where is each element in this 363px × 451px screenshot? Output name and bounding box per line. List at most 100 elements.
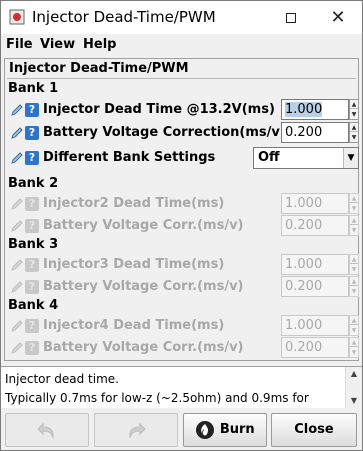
battery-correction-spinner[interactable]: ▲ ▼ bbox=[349, 122, 359, 143]
close-button[interactable]: Close bbox=[271, 413, 357, 447]
injector4-dead-time-spinner: ▲ ▼ bbox=[349, 315, 359, 336]
bank3-battery-label: Battery Voltage Corr.(ms/v) bbox=[43, 279, 244, 294]
spin-up-icon: ▲ bbox=[350, 217, 358, 225]
window-title: Injector Dead-Time/PWM bbox=[32, 8, 216, 26]
spin-up-icon: ▲ bbox=[350, 317, 358, 325]
help-icon[interactable]: ? bbox=[25, 151, 39, 165]
injector3-dead-time-value: 1.000 bbox=[285, 257, 323, 272]
edit-pencil-icon bbox=[11, 281, 23, 293]
spin-up-icon[interactable]: ▲ bbox=[350, 123, 358, 132]
dead-time-input[interactable]: 1.000 bbox=[281, 99, 349, 120]
redo-button[interactable] bbox=[94, 413, 178, 447]
help-icon: ? bbox=[25, 319, 39, 333]
bank-1-title: Bank 1 bbox=[8, 81, 59, 96]
spin-down-icon: ▼ bbox=[351, 266, 357, 273]
spin-down-icon: ▼ bbox=[351, 288, 357, 295]
help-icon: ? bbox=[25, 280, 39, 294]
injector4-dead-time-input: 1.000 bbox=[281, 315, 349, 336]
settings-panel: Injector Dead-Time/PWM Bank 1 ? Injector… bbox=[4, 58, 359, 361]
edit-pencil-icon[interactable] bbox=[10, 126, 24, 140]
help-text-area[interactable]: Injector dead time. Typically 0.7ms for … bbox=[1, 366, 362, 408]
bank2-battery-spinner: ▲ ▼ bbox=[349, 215, 359, 236]
bank4-battery-value: 0.200 bbox=[285, 340, 323, 355]
dead-time-row: ? Injector Dead Time @13.2V(ms) 1.000 ▲ ▼ bbox=[8, 99, 359, 121]
injector2-dead-time-value: 1.000 bbox=[285, 196, 323, 211]
bank3-battery-row: ? Battery Voltage Corr.(ms/v) 0.200 ▲ ▼ bbox=[8, 276, 359, 298]
battery-correction-input[interactable]: 0.200 bbox=[281, 122, 349, 143]
undo-button[interactable] bbox=[5, 413, 89, 447]
spin-up-icon: ▲ bbox=[350, 278, 358, 286]
bank3-battery-spinner: ▲ ▼ bbox=[349, 276, 359, 297]
help-icon: ? bbox=[25, 258, 39, 272]
injector4-dead-time-value: 1.000 bbox=[285, 318, 323, 333]
spin-down-icon: ▼ bbox=[351, 349, 357, 356]
battery-correction-value: 0.200 bbox=[285, 125, 323, 140]
injector3-dead-time-spinner: ▲ ▼ bbox=[349, 254, 359, 275]
spin-up-icon: ▲ bbox=[350, 256, 358, 264]
undo-icon bbox=[37, 422, 54, 438]
spin-down-icon: ▼ bbox=[351, 205, 357, 212]
redo-icon bbox=[129, 422, 146, 438]
dead-time-spinner[interactable]: ▲ ▼ bbox=[349, 99, 359, 120]
close-window-button[interactable]: ✕ bbox=[315, 1, 361, 34]
menu-file[interactable]: File bbox=[6, 37, 33, 52]
spin-down-icon: ▼ bbox=[351, 327, 357, 334]
injector4-dead-time-label: Injector4 Dead Time(ms) bbox=[43, 318, 225, 333]
battery-correction-row: ? Battery Voltage Correction(ms/v) 0.200… bbox=[8, 122, 359, 144]
spin-up-icon[interactable]: ▲ bbox=[350, 100, 358, 109]
chevron-down-icon[interactable]: ▼ bbox=[343, 148, 358, 168]
different-bank-select[interactable]: Off ▼ bbox=[253, 147, 359, 169]
spin-up-icon: ▲ bbox=[350, 339, 358, 347]
restore-icon bbox=[286, 13, 296, 23]
restore-button[interactable] bbox=[268, 1, 314, 34]
spin-down-icon[interactable]: ▼ bbox=[350, 133, 358, 142]
bank4-battery-label: Battery Voltage Corr.(ms/v) bbox=[43, 340, 244, 355]
bank3-battery-value: 0.200 bbox=[285, 279, 323, 294]
bank2-battery-row: ? Battery Voltage Corr.(ms/v) 0.200 ▲ ▼ bbox=[8, 215, 359, 237]
bank3-battery-input: 0.200 bbox=[281, 276, 349, 297]
bank-3-title: Bank 3 bbox=[8, 237, 59, 252]
app-icon bbox=[9, 9, 25, 25]
help-scrollbar[interactable]: ▲ ▼ bbox=[345, 367, 362, 408]
flame-icon bbox=[196, 420, 215, 439]
bank2-battery-value: 0.200 bbox=[285, 218, 323, 233]
panel-divider bbox=[7, 78, 356, 79]
injector2-dead-time-input: 1.000 bbox=[281, 193, 349, 214]
spin-down-icon[interactable]: ▼ bbox=[350, 110, 358, 119]
injector4-dead-time-row: ? Injector4 Dead Time(ms) 1.000 ▲ ▼ bbox=[8, 315, 359, 337]
spin-down-icon: ▼ bbox=[351, 227, 357, 234]
edit-pencil-icon bbox=[11, 342, 23, 354]
menu-view[interactable]: View bbox=[40, 37, 75, 52]
scroll-down-icon[interactable]: ▼ bbox=[346, 394, 362, 408]
help-icon[interactable]: ? bbox=[25, 126, 39, 140]
different-bank-value: Off bbox=[258, 150, 280, 165]
bank2-battery-input: 0.200 bbox=[281, 215, 349, 236]
injector3-dead-time-input: 1.000 bbox=[281, 254, 349, 275]
edit-pencil-icon bbox=[11, 198, 23, 210]
menu-bar: File View Help bbox=[1, 34, 362, 56]
injector3-dead-time-row: ? Injector3 Dead Time(ms) 1.000 ▲ ▼ bbox=[8, 254, 359, 276]
help-icon: ? bbox=[25, 197, 39, 211]
injector2-dead-time-label: Injector2 Dead Time(ms) bbox=[43, 196, 225, 211]
title-bar[interactable]: Injector Dead-Time/PWM ✕ bbox=[1, 1, 362, 34]
injector2-dead-time-spinner: ▲ ▼ bbox=[349, 193, 359, 214]
panel-title: Injector Dead-Time/PWM bbox=[9, 61, 189, 76]
injector3-dead-time-label: Injector3 Dead Time(ms) bbox=[43, 257, 225, 272]
edit-pencil-icon[interactable] bbox=[10, 103, 24, 117]
burn-button[interactable]: Burn bbox=[183, 413, 267, 447]
injector2-dead-time-row: ? Injector2 Dead Time(ms) 1.000 ▲ ▼ bbox=[8, 193, 359, 215]
spin-up-icon: ▲ bbox=[350, 195, 358, 203]
different-bank-label: Different Bank Settings bbox=[43, 150, 216, 165]
dead-time-value: 1.000 bbox=[285, 102, 323, 117]
edit-pencil-icon bbox=[11, 220, 23, 232]
help-icon[interactable]: ? bbox=[25, 103, 39, 117]
menu-help[interactable]: Help bbox=[83, 37, 116, 52]
button-bar: Burn Close bbox=[1, 410, 362, 450]
edit-pencil-icon bbox=[11, 320, 23, 332]
close-label: Close bbox=[294, 422, 334, 437]
scroll-up-icon[interactable]: ▲ bbox=[346, 367, 362, 381]
edit-pencil-icon[interactable] bbox=[10, 151, 24, 165]
bank2-battery-label: Battery Voltage Corr.(ms/v) bbox=[43, 218, 244, 233]
dialog-window: Injector Dead-Time/PWM ✕ File View Help … bbox=[0, 0, 363, 451]
different-bank-row: ? Different Bank Settings Off ▼ bbox=[8, 147, 359, 169]
